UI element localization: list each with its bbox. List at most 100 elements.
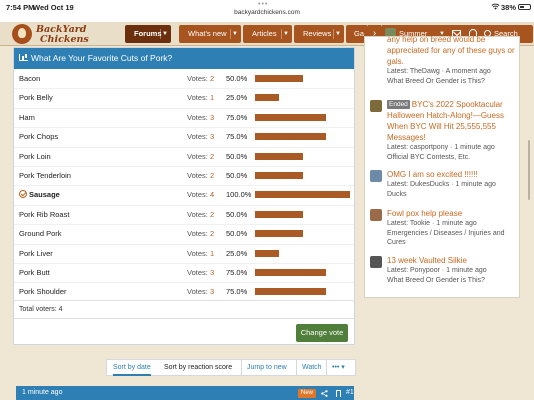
share-icon[interactable] <box>321 390 328 397</box>
post-number[interactable]: #1 <box>346 386 354 400</box>
divider <box>241 360 242 375</box>
poll-option-row: Pork Tenderloin Votes: 2 50.0% <box>14 166 354 185</box>
thread-title-line[interactable]: Fowl pox help please <box>387 209 462 218</box>
poll-option-label: Pork Chops <box>19 132 59 142</box>
thread-latest: Latest: casportpony · 1 minute ago <box>387 144 495 151</box>
url-bar[interactable]: backyardchickens.com <box>0 9 534 16</box>
poll-option-votes: Votes: 2 <box>187 205 214 224</box>
thread-thumbnail[interactable] <box>370 170 382 182</box>
bookmark-icon[interactable] <box>336 390 341 397</box>
more-options-button[interactable]: ••• ▾ <box>332 360 345 375</box>
thread-title[interactable]: 13 week Vaulted Silkie <box>387 255 517 266</box>
divider <box>14 185 354 187</box>
post-header: 1 minute ago New #1 <box>16 386 354 400</box>
thread-title-line[interactable]: any help on breed would be <box>387 35 485 44</box>
poll-option-votes: Votes: 3 <box>187 127 214 146</box>
chevron-down-icon[interactable]: ▼ <box>335 25 341 43</box>
tab-separator <box>281 29 282 39</box>
thread-thumbnail[interactable] <box>370 209 382 221</box>
thread-title-line[interactable]: Halloween Hatch-Along!—Guess <box>387 111 504 120</box>
poll-option-percent: 75.0% <box>226 112 248 122</box>
chevron-down-icon[interactable]: ▼ <box>162 25 168 43</box>
poll-option-label: Pork Belly <box>19 93 53 103</box>
poll-option-bar <box>255 288 327 296</box>
poll-option-votes: Votes: 3 <box>187 108 214 127</box>
poll-option-row: Pork Rib Roast Votes: 2 50.0% <box>14 205 354 224</box>
sort-by-date-tab[interactable]: Sort by date <box>113 360 151 376</box>
chevron-down-icon[interactable]: ▼ <box>283 25 289 43</box>
votes-label: Votes: <box>187 287 208 297</box>
chevron-down-icon[interactable]: ▼ <box>232 25 238 43</box>
votes-count[interactable]: 2 <box>210 229 214 238</box>
poll-option-row: Pork Chops Votes: 3 75.0% <box>14 127 354 146</box>
thread-forum[interactable]: What Breed Or Gender is This? <box>387 77 517 87</box>
thread-thumbnail[interactable] <box>370 256 382 268</box>
votes-count[interactable]: 4 <box>210 190 214 199</box>
tab-reviews[interactable]: Reviews ▼ <box>294 25 344 43</box>
thread-title-line[interactable]: gals. <box>387 57 404 66</box>
votes-count[interactable]: 3 <box>210 268 214 277</box>
poll-option-votes: Votes: 3 <box>187 263 214 282</box>
thread-title[interactable]: Fowl pox help please <box>387 208 517 219</box>
thread-title-line[interactable]: Messages! <box>387 133 426 142</box>
divider <box>296 360 297 375</box>
votes-count[interactable]: 2 <box>210 74 214 83</box>
poll-option-label: Pork Butt <box>19 268 50 277</box>
poll-header: What Are Your Favorite Cuts of Pork? <box>14 48 354 69</box>
thread-body: OMG I am so excited !!!!!! Latest: DukesD… <box>387 169 517 199</box>
poll-option-name: Pork Loin <box>19 147 51 166</box>
thread-title[interactable]: any help on breed would be appreciated fo… <box>387 34 517 67</box>
change-vote-button[interactable]: Change vote <box>296 324 348 342</box>
thread-forum[interactable]: Emergencies / Diseases / Injuries and Cu… <box>387 229 517 248</box>
thread-forum[interactable]: Official BYC Contests, Etc. <box>387 153 517 163</box>
page-scrollbar[interactable] <box>528 140 530 200</box>
votes-count[interactable]: 2 <box>210 171 214 180</box>
thread-title-line[interactable]: BYC's 2022 Spooktacular <box>412 100 503 109</box>
poll-option-row: Pork Loin Votes: 2 50.0% <box>14 147 354 166</box>
votes-count[interactable]: 2 <box>210 152 214 161</box>
thread-thumbnail[interactable] <box>370 100 382 112</box>
sort-by-reaction-tab[interactable]: Sort by reaction score <box>164 360 232 375</box>
poll-option-name: Pork Tenderloin <box>19 166 71 185</box>
votes-label: Votes: <box>187 268 208 277</box>
thread-latest: Latest: TheDawg · A moment ago <box>387 68 491 75</box>
divider <box>14 88 354 90</box>
thread-title[interactable]: Ended BYC's 2022 Spooktacular Halloween Ha… <box>387 99 517 143</box>
divider <box>14 243 354 245</box>
poll-option-name: Ground Pork <box>19 224 62 243</box>
poll-option-percent: 75.0% <box>226 287 248 297</box>
check-circle-icon <box>19 190 27 199</box>
site-logo[interactable]: BackYard Chickens <box>12 23 116 45</box>
tab-articles[interactable]: Articles ▼ <box>243 25 292 43</box>
thread-title-line[interactable]: When BYC Will Hit 25,555,555 <box>387 122 496 131</box>
poll-option-percent: 50.0% <box>226 74 248 83</box>
bar-chart-icon <box>19 54 28 61</box>
thread-forum[interactable]: What Breed Or Gender is This? <box>387 276 517 286</box>
votes-count[interactable]: 3 <box>210 113 214 122</box>
tab-forums[interactable]: Forums ▼ <box>125 25 171 43</box>
thread-title-line[interactable]: appreciated for any of these guys or <box>387 46 515 55</box>
tab-whats-new[interactable]: What's new ▼ <box>179 25 241 43</box>
poll-option-bar <box>255 152 303 160</box>
chicken-logo-icon <box>12 24 32 44</box>
jump-to-new-button[interactable]: Jump to new <box>247 360 287 375</box>
sidebar-latest-threads: any help on breed would be appreciated fo… <box>364 34 520 298</box>
battery-percent: 38% <box>501 3 517 12</box>
poll-option-name: Pork Butt <box>19 263 50 282</box>
tab-separator <box>333 29 334 39</box>
thread-forum[interactable]: Ducks <box>387 190 517 200</box>
thread-title-line[interactable]: OMG I am so excited !!!!!! <box>387 170 478 179</box>
divider <box>14 263 354 264</box>
multitask-dots[interactable]: ••• <box>258 1 268 8</box>
votes-count[interactable]: 3 <box>210 287 214 296</box>
votes-count[interactable]: 2 <box>210 210 214 219</box>
votes-label: Votes: <box>187 248 208 258</box>
post-time[interactable]: 1 minute ago <box>22 386 62 400</box>
thread-title-line[interactable]: 13 week Vaulted Silkie <box>387 256 467 265</box>
votes-label: Votes: <box>187 132 208 142</box>
watch-button[interactable]: Watch <box>302 360 322 375</box>
votes-count[interactable]: 3 <box>210 132 214 141</box>
thread-title[interactable]: OMG I am so excited !!!!!! <box>387 169 517 180</box>
votes-count[interactable]: 1 <box>210 93 214 102</box>
votes-count[interactable]: 1 <box>210 249 214 258</box>
